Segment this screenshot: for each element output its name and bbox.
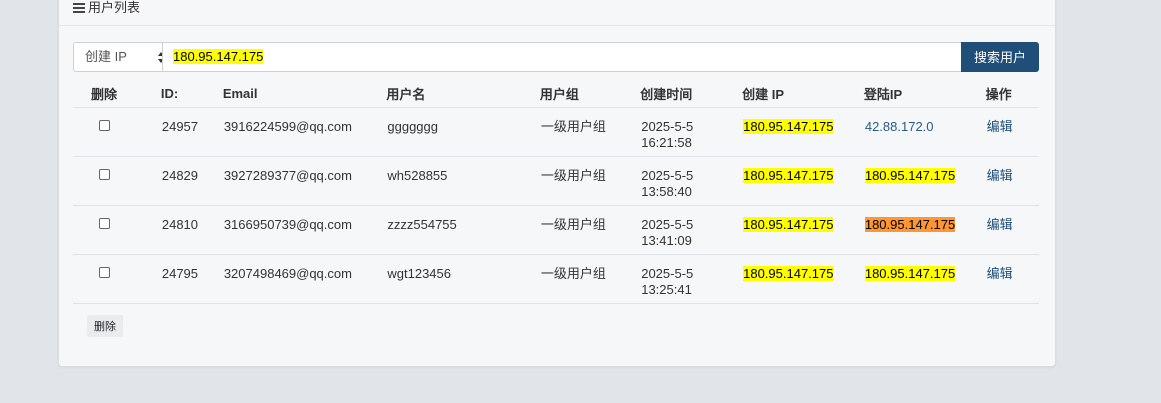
cell-actions: 编辑 [985,156,1039,206]
cell-email: 3916224599@qq.com [222,107,387,157]
table-row: 24795 3207498469@qq.com wgt123456 一级用户组 … [73,254,1039,304]
delete-button[interactable]: 删除 [87,315,123,337]
cell-email: 3207498469@qq.com [222,254,387,304]
users-table: 删除 ID: Email 用户名 用户组 创建时间 创建 IP 登陆IP 操作 … [73,79,1039,304]
cell-login-ip: 180.95.147.175 [863,156,986,206]
edit-link[interactable]: 编辑 [987,266,1013,281]
cell-login-ip: 42.88.172.0 [863,107,986,157]
edit-link[interactable]: 编辑 [987,168,1013,183]
header-group: 用户组 [539,79,641,108]
cell-create-ip: 180.95.147.175 [742,107,864,157]
cell-id: 24957 [160,107,223,157]
search-row: 创建 IP 180.95.147.175 搜索用户 [73,42,1040,72]
login-ip-value: 180.95.147.175 [864,168,956,183]
header-login-ip: 登陆IP [863,79,986,108]
cell-time: 13:58:40 [641,184,692,199]
cell-group: 一级用户组 [539,205,641,255]
select-cell [73,205,161,255]
row-checkbox[interactable] [99,169,110,180]
select-cell [73,156,161,206]
row-checkbox[interactable] [99,218,110,229]
edit-link[interactable]: 编辑 [987,217,1013,232]
select-cell [73,107,161,157]
list-icon [73,2,85,13]
create-ip-value: 180.95.147.175 [743,168,834,183]
cell-group: 一级用户组 [539,107,641,157]
cell-created-time: 2025-5-5 16:21:58 [640,107,743,157]
cell-actions: 编辑 [985,107,1039,157]
create-ip-value: 180.95.147.175 [743,217,834,232]
cell-email: 3927289377@qq.com [222,156,387,206]
header-create-ip: 创建 IP [742,79,864,108]
edit-link[interactable]: 编辑 [987,119,1013,134]
cell-created-time: 2025-5-5 13:41:09 [640,205,743,255]
header-created-time: 创建时间 [640,79,743,108]
search-field-select[interactable]: 创建 IP [73,42,173,72]
cell-group: 一级用户组 [539,156,641,206]
cell-date: 2025-5-5 [641,217,694,232]
cell-username: ggggggg [386,107,540,157]
cell-time: 16:21:58 [641,135,692,150]
table-row: 24829 3927289377@qq.com wh528855 一级用户组 2… [73,156,1039,206]
panel-title-text: 用户列表 [88,0,141,15]
create-ip-value: 180.95.147.175 [743,266,834,281]
cell-created-time: 2025-5-5 13:58:40 [640,156,743,206]
cell-id: 24795 [160,254,223,304]
cell-date: 2025-5-5 [641,119,694,134]
cell-create-ip: 180.95.147.175 [742,156,864,206]
search-users-button[interactable]: 搜索用户 [961,42,1039,72]
header-username: 用户名 [386,79,540,108]
select-cell [73,254,161,304]
panel-title: 用户列表 [73,0,140,16]
table-row: 24810 3166950739@qq.com zzzz554755 一级用户组… [73,205,1039,255]
cell-id: 24810 [160,205,223,255]
cell-actions: 编辑 [985,254,1039,304]
cell-username: wh528855 [386,156,540,206]
row-checkbox[interactable] [99,120,110,131]
cell-create-ip: 180.95.147.175 [742,205,864,255]
cell-username: zzzz554755 [386,205,540,255]
search-input-value: 180.95.147.175 [173,49,264,64]
header-id: ID: [160,79,223,108]
login-ip-value: 42.88.172.0 [864,119,934,134]
login-ip-value: 180.95.147.175 [864,266,956,281]
user-list-panel: 用户列表 创建 IP 180.95.147.175 搜索用户 删除 ID: Em… [58,0,1056,367]
cell-date: 2025-5-5 [641,168,694,183]
cell-time: 13:41:09 [641,233,692,248]
cell-email: 3166950739@qq.com [222,205,387,255]
search-input[interactable]: 180.95.147.175 [162,42,971,72]
cell-created-time: 2025-5-5 13:25:41 [640,254,743,304]
cell-login-ip: 180.95.147.175 [863,205,986,255]
header-email: Email [222,79,387,108]
header-actions: 操作 [985,79,1039,108]
cell-group: 一级用户组 [539,254,641,304]
table-row: 24957 3916224599@qq.com ggggggg 一级用户组 20… [73,107,1039,157]
cell-username: wgt123456 [386,254,540,304]
cell-login-ip: 180.95.147.175 [863,254,986,304]
cell-date: 2025-5-5 [641,266,694,281]
cell-actions: 编辑 [985,205,1039,255]
cell-create-ip: 180.95.147.175 [742,254,864,304]
table-header-row: 删除 ID: Email 用户名 用户组 创建时间 创建 IP 登陆IP 操作 [73,79,1039,108]
row-checkbox[interactable] [99,267,110,278]
header-delete: 删除 [73,79,161,108]
login-ip-value: 180.95.147.175 [864,217,956,232]
cell-time: 13:25:41 [641,282,692,297]
cell-id: 24829 [160,156,223,206]
search-field-selected: 创建 IP [85,49,127,64]
create-ip-value: 180.95.147.175 [743,119,834,134]
panel-header: 用户列表 [59,0,1055,26]
